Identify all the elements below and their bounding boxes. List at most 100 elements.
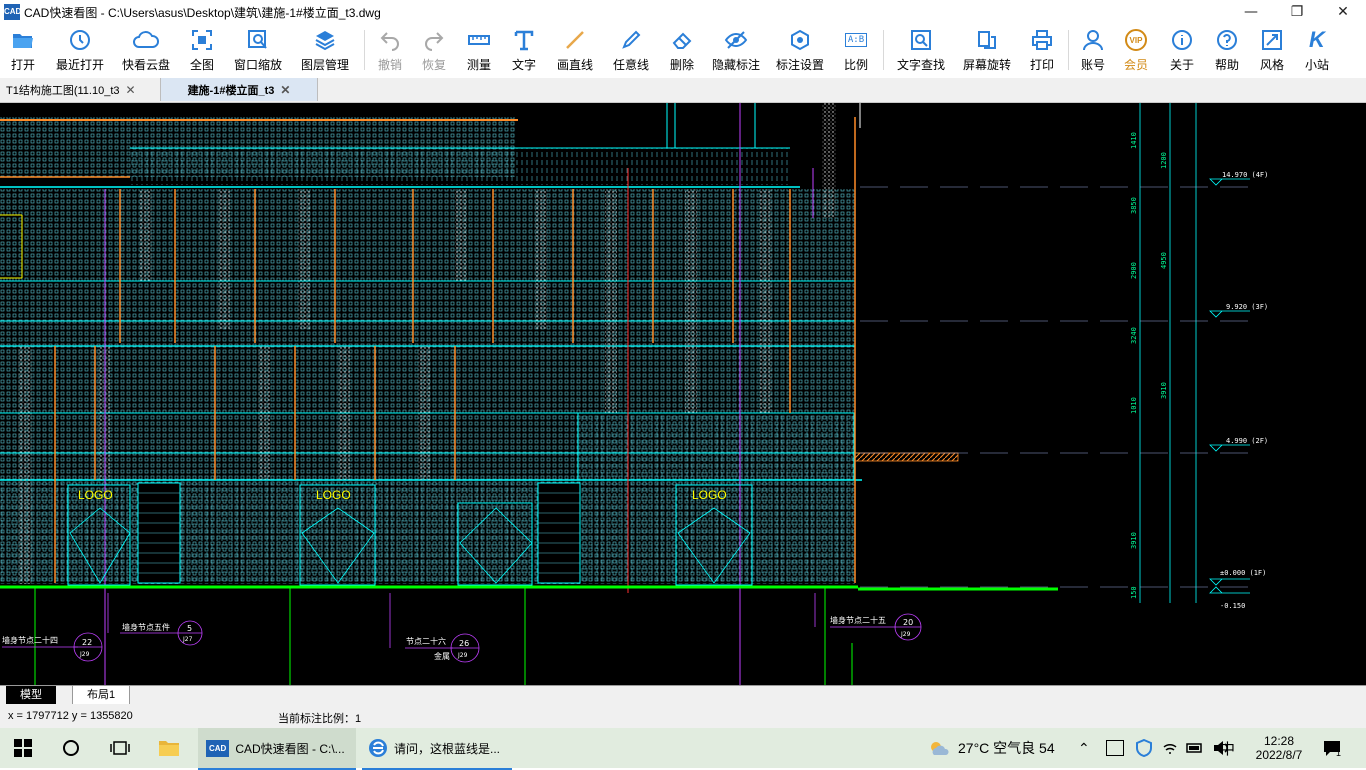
info-icon [1171,26,1193,54]
cloud-label: 快看云盘 [121,58,170,72]
freeline-label: 任意线 [612,58,649,72]
rotate-label: 屏幕旋转 [962,58,1011,72]
about-label: 关于 [1169,58,1194,72]
text-button[interactable]: 文字 [501,24,547,78]
tray-expand-button[interactable]: ⌃ [1078,728,1090,768]
search-text-icon [910,26,932,54]
clock[interactable]: 12:28 2022/8/7 [1250,728,1308,768]
search-button[interactable] [62,728,80,768]
full-view-button[interactable]: 全图 [178,24,226,78]
level-3f: 9.920 (3F) [1226,303,1268,311]
tab-model[interactable]: 模型 [6,686,56,704]
dim-text-3: 2900 [1130,262,1138,279]
help-icon [1216,26,1238,54]
close-icon[interactable]: ✕ [126,83,136,97]
open-button[interactable]: 打开 [0,24,46,78]
callout-num-3: 26 [459,639,469,648]
station-button[interactable]: K 小站 [1295,24,1339,78]
drawing-canvas[interactable]: LOGO LOGO LOGO 1410 3850 2900 4950 3240 … [0,103,1366,685]
vip-button[interactable]: VIP 会员 [1113,24,1159,78]
print-button[interactable]: 打印 [1020,24,1064,78]
scale-button[interactable]: A:B 比例 [833,24,879,78]
weather-icon [931,742,949,755]
shield-icon[interactable] [1136,739,1152,757]
line-button[interactable]: 画直线 [547,24,603,78]
undo-button[interactable]: 撤销 [369,24,411,78]
about-button[interactable]: 关于 [1159,24,1205,78]
browser-icon [369,739,387,757]
vip-icon: VIP [1125,26,1147,54]
layers-button[interactable]: 图层管理 [290,24,360,78]
help-label: 帮助 [1214,58,1239,72]
k-logo-icon: K [1309,27,1325,52]
scale-label: 比例 [843,58,868,72]
text-icon [513,26,535,54]
fullscreen-icon [191,26,213,54]
callout-sub-3: 金属 [434,651,450,661]
hide-marks-button[interactable]: 隐藏标注 [705,24,767,78]
scale-icon: A:B [844,26,868,54]
account-label: 账号 [1080,58,1105,72]
callout-num-1: 22 [82,638,92,647]
tab-structure-label: T1结构施工图(11.10_t3 [6,84,120,97]
minimize-button[interactable]: — [1228,0,1274,24]
wifi-icon[interactable] [1162,741,1178,755]
rotate-button[interactable]: 屏幕旋转 [954,24,1020,78]
text-search-button[interactable]: 文字查找 [888,24,954,78]
dim-text-2: 3850 [1130,197,1138,214]
logo-text-1: LOGO [78,488,113,502]
tab-structure[interactable]: T1结构施工图(11.10_t3 ✕ [0,78,161,101]
cad-app-icon: CAD [206,739,230,757]
weather-widget[interactable]: 27°C 空气良 54 [928,728,1055,768]
history-icon [68,26,92,54]
style-button[interactable]: 风格 [1249,24,1295,78]
search-icon [63,740,79,756]
taskbar-browser-app[interactable]: 请问，这根蓝线是... [362,728,512,770]
display-icon[interactable] [1106,740,1124,756]
window-zoom-button[interactable]: 窗口缩放 [226,24,290,78]
tray-icons [1100,728,1234,768]
dim-text-8: 3910 [1130,532,1138,549]
battery-icon[interactable] [1186,742,1204,754]
maximize-button[interactable]: ❐ [1274,0,1320,24]
print-label: 打印 [1029,58,1054,72]
mark-settings-button[interactable]: 标注设置 [767,24,833,78]
recent-label: 最近打开 [55,58,104,72]
measure-button[interactable]: 测量 [457,24,501,78]
taskbar-cad-label: CAD快速看图 - C:\... [235,741,345,756]
freeline-button[interactable]: 任意线 [603,24,659,78]
close-button[interactable]: ✕ [1320,0,1366,24]
callout-label-4: 墙身节点二十五 [830,615,886,625]
close-icon[interactable]: ✕ [280,83,290,97]
mark-settings-label: 标注设置 [775,58,824,72]
start-button[interactable] [14,728,32,768]
callout-label-1: 墙身节点二十四 [2,635,58,645]
task-view-button[interactable] [110,728,130,768]
vip-badge-text: VIP [1125,29,1147,51]
file-explorer-button[interactable] [158,728,180,768]
redo-button[interactable]: 恢复 [411,24,457,78]
window-zoom-label: 窗口缩放 [233,58,282,72]
ime-indicator[interactable]: 中 [1220,728,1235,768]
station-label: 小站 [1304,58,1329,72]
line-label: 画直线 [556,58,593,72]
callout-label-2: 墙身节点五件 [122,622,170,632]
recent-button[interactable]: 最近打开 [46,24,114,78]
vip-label: 会员 [1123,58,1148,72]
window-title: CAD快速看图 - C:\Users\asus\Desktop\建筑\建施-1#… [24,5,381,20]
cloud-button[interactable]: 快看云盘 [114,24,178,78]
tab-elevation[interactable]: 建施-1#楼立面_t3 ✕ [161,78,318,101]
notification-button[interactable]: 1 [1322,728,1341,768]
notification-count: 1 [1336,748,1342,758]
account-button[interactable]: 账号 [1073,24,1113,78]
app-icon: CAD [4,4,21,20]
chevron-up-icon: ⌃ [1078,739,1090,756]
callout-num-4: 20 [903,618,913,627]
dim-text-1: 1410 [1130,132,1138,149]
document-tabs: T1结构施工图(11.10_t3 ✕ 建施-1#楼立面_t3 ✕ [0,78,1366,103]
taskbar-cad-app[interactable]: CAD CAD快速看图 - C:\... [198,728,356,770]
dim-text-9: 150 [1130,586,1138,599]
help-button[interactable]: 帮助 [1205,24,1249,78]
tab-layout1[interactable]: 布局1 [72,686,131,705]
delete-button[interactable]: 删除 [659,24,705,78]
